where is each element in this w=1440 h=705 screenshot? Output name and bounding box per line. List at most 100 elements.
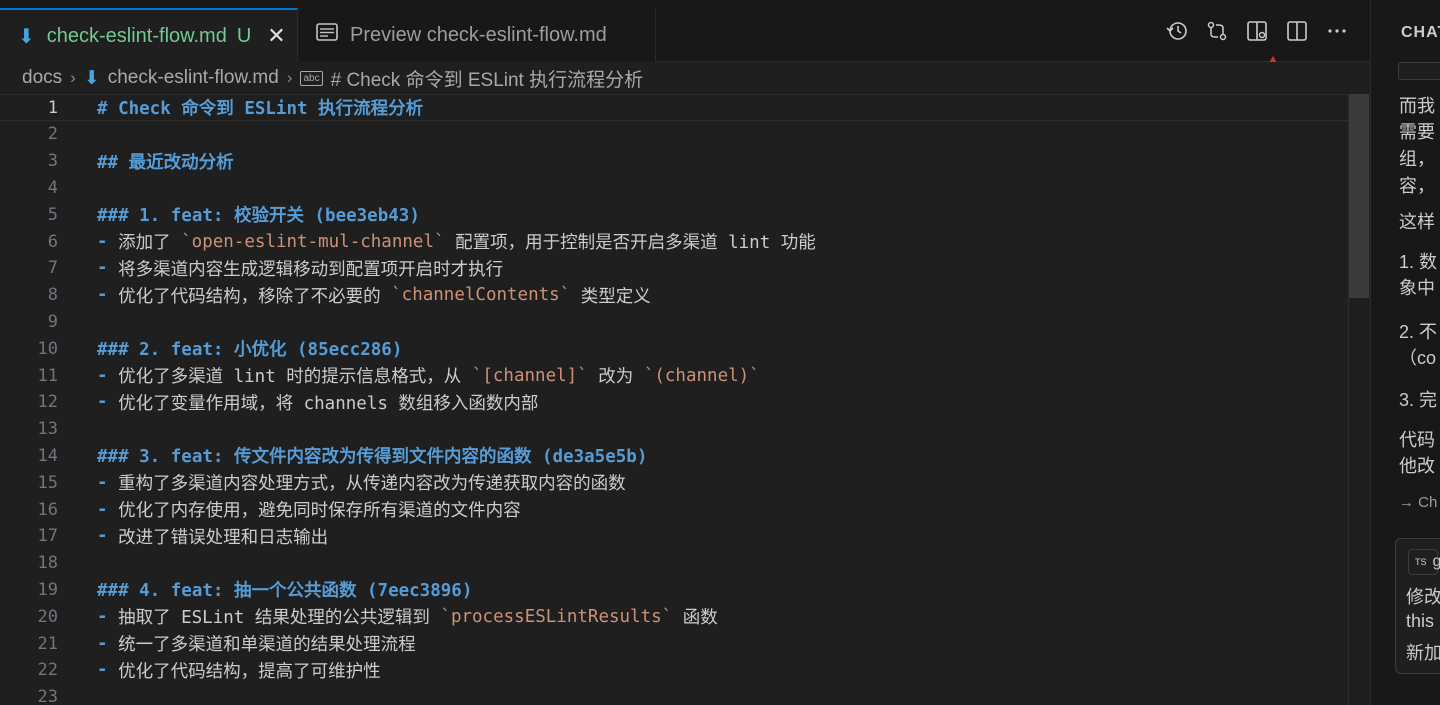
markdown-icon: ⬇ — [83, 67, 100, 89]
line-number: 19 — [37, 579, 58, 600]
markdown-heading-token: - — [97, 660, 119, 681]
string-symbol-icon: abc — [300, 70, 323, 86]
editor-line[interactable]: 8 - 优化了代码结构，移除了不必要的 `channelContents` 类型定… — [0, 282, 1348, 309]
chat-card-text: 修改 — [1406, 587, 1440, 607]
markdown-heading-token: - — [97, 392, 119, 413]
text-token: 优化了代码结构，移除了不必要的 — [118, 286, 392, 307]
line-number: 21 — [37, 633, 58, 654]
text-token: 函数 — [672, 608, 718, 629]
typescript-file-icon: TS g — [1408, 549, 1440, 575]
breadcrumb-file[interactable]: check-eslint-flow.md — [108, 67, 279, 89]
editor-actions — [1166, 20, 1348, 42]
chat-message-text: 3. 完 — [1399, 390, 1438, 410]
chat-input[interactable] — [1398, 62, 1440, 80]
breadcrumb-symbol[interactable]: # Check 命令到 ESLint 执行流程分析 — [331, 65, 644, 92]
editor-line[interactable]: 14 ### 3. feat: 传文件内容改为传得到文件内容的函数 (de3a5e… — [0, 442, 1348, 469]
untracked-badge: U — [236, 24, 252, 47]
close-icon[interactable]: ✕ — [267, 23, 285, 49]
line-number: 8 — [47, 285, 58, 306]
editor-line[interactable]: 3 ## 最近改动分析 — [0, 148, 1348, 175]
inline-code-token: `processESLintResults` — [440, 606, 673, 627]
editor-line[interactable]: 4 — [0, 174, 1348, 201]
text-token: 添加了 — [118, 233, 182, 253]
chevron-right-icon: › — [286, 68, 293, 87]
markdown-icon: ⬇ — [18, 25, 35, 48]
more-actions-icon[interactable] — [1326, 20, 1348, 42]
editor-line[interactable]: 11 - 优化了多渠道 lint 时的提示信息格式，从 `[channel]` 改… — [0, 362, 1348, 389]
editor-line[interactable]: 15 - 重构了多渠道内容处理方式，从传递内容改为传递获取内容的函数 — [0, 469, 1348, 496]
markdown-heading-token: ### 4. feat: 抽一个公共函数 (7eec3896) — [97, 581, 473, 602]
editor-tab-bar: ⬇ check-eslint-flow.md U ✕ Preview check… — [0, 0, 1370, 62]
editor-line[interactable]: 20 - 抽取了 ESLint 结果处理的公共逻辑到 `processESLint… — [0, 603, 1348, 630]
markdown-heading-token: - — [97, 258, 119, 279]
breadcrumb-folder[interactable]: docs — [22, 67, 62, 89]
line-number: 12 — [37, 392, 58, 413]
markdown-heading-token: ### 3. feat: 传文件内容改为传得到文件内容的函数 (de3a5e5b… — [97, 447, 648, 468]
editor-scrollbar-thumb[interactable] — [1349, 94, 1369, 298]
markdown-heading-token: - — [97, 499, 119, 520]
open-preview-side-icon[interactable] — [1246, 20, 1268, 42]
chat-message-text: 组， — [1399, 149, 1435, 169]
editor-line[interactable]: 6 - 添加了 `open-eslint-mul-channel` 配置项，用于控… — [0, 228, 1348, 255]
chat-panel: CHAT TSg 修改 this 新加 而我需要组， 容， 这样 1. 数象中 2. 不 （c… — [1371, 0, 1440, 705]
line-number: 16 — [37, 499, 58, 520]
line-number: 2 — [47, 124, 58, 145]
text-token: 重构了多渠道内容处理方式，从传递内容改为传递获取内容的函数 — [118, 474, 626, 495]
chat-message-text: （co — [1399, 348, 1437, 368]
editor-line[interactable]: 5 ### 1. feat: 校验开关 (bee3eb43) — [0, 201, 1348, 228]
line-number: 23 — [37, 687, 58, 705]
text-token: 类型定义 — [570, 286, 651, 307]
chat-card-text: this — [1406, 611, 1435, 631]
editor-line[interactable]: 18 — [0, 550, 1348, 577]
editor-line[interactable]: 22 - 优化了代码结构，提高了可维护性 — [0, 657, 1348, 684]
inline-code-token: `open-eslint-mul-channel` — [181, 231, 445, 252]
editor-line[interactable]: 10 ### 2. feat: 小优化 (85ecc286) — [0, 335, 1348, 362]
code-editor[interactable]: 23 22- 优化了代码结构，提高了可维护性 21- 统一了多渠道和单渠道的结果处理… — [0, 94, 1370, 705]
chat-file-card[interactable]: TS g 修改 this 新加 — [1395, 538, 1440, 674]
chat-message-text: 2. 不 — [1399, 322, 1438, 342]
line-number: 1 — [47, 97, 58, 118]
text-token: 抽取了 ESLint 结果处理的公共逻辑到 — [118, 608, 441, 629]
line-number: 3 — [47, 151, 58, 172]
inline-code-token: `(channel)` — [643, 365, 760, 386]
line-number: 15 — [37, 472, 58, 493]
preview-icon — [316, 23, 338, 47]
markdown-heading-token: ### 2. feat: 小优化 (85ecc286) — [97, 340, 403, 361]
text-token: 改为 — [587, 367, 644, 387]
line-number: 13 — [37, 419, 58, 440]
editor-line[interactable]: 1 # Check 命令到 ESLint 执行流程分析 — [0, 94, 1348, 121]
editor-line[interactable]: 13 — [0, 416, 1348, 443]
markdown-heading-token: - — [97, 231, 119, 252]
editor-line[interactable]: 17 - 改进了错误处理和日志输出 — [0, 523, 1348, 550]
tab-label: check-eslint-flow.md — [46, 24, 227, 47]
timeline-history-icon[interactable] — [1166, 20, 1188, 42]
editor-line[interactable]: 12 - 优化了变量作用域，将 channels 数组移入函数内部 — [0, 389, 1348, 416]
editor-line[interactable]: 16 - 优化了内存使用，避免同时保存所有渠道的文件内容 — [0, 496, 1348, 523]
line-number: 11 — [37, 365, 58, 386]
breadcrumb: docs › ⬇ check-eslint-flow.md › abc # Ch… — [0, 62, 1370, 94]
tab-preview[interactable]: Preview check-eslint-flow.md — [298, 8, 656, 62]
text-token: 优化了内存使用，避免同时保存所有渠道的文件内容 — [118, 501, 521, 521]
chat-card-text: 新加 — [1406, 643, 1440, 663]
markdown-heading-token: ### 1. feat: 校验开关 (bee3eb43) — [97, 206, 420, 227]
text-token: 优化了代码结构，提高了可维护性 — [118, 661, 381, 682]
markdown-heading-token: - — [97, 365, 119, 386]
chat-message-text: 容， — [1399, 176, 1435, 196]
editor-line[interactable]: 19 ### 4. feat: 抽一个公共函数 (7eec3896) — [0, 576, 1348, 603]
editor-line[interactable]: 21 - 统一了多渠道和单渠道的结果处理流程 — [0, 630, 1348, 657]
split-editor-icon[interactable] — [1286, 20, 1308, 42]
line-number: 9 — [47, 311, 58, 332]
line-number: 14 — [37, 445, 58, 466]
editor-line[interactable]: 7 - 将多渠道内容生成逻辑移动到配置项开启时才执行 — [0, 255, 1348, 282]
inline-code-token: `channelContents` — [391, 285, 571, 306]
tab-check-eslint-flow[interactable]: ⬇ check-eslint-flow.md U ✕ — [0, 8, 298, 62]
compare-changes-icon[interactable] — [1206, 20, 1228, 42]
text-token: 统一了多渠道和单渠道的结果处理流程 — [118, 635, 416, 655]
editor-line[interactable]: 9 — [0, 308, 1348, 335]
chat-changes-link[interactable]: → Ch — [1399, 494, 1437, 511]
line-number: 22 — [37, 660, 58, 681]
text-token: 优化了变量作用域，将 channels 数组移入函数内部 — [118, 393, 539, 414]
markdown-heading-token: # Check 命令到 ESLint 执行流程分析 — [97, 99, 424, 119]
editor-line[interactable]: 23 — [0, 684, 1348, 705]
editor-line[interactable]: 2 — [0, 121, 1348, 148]
